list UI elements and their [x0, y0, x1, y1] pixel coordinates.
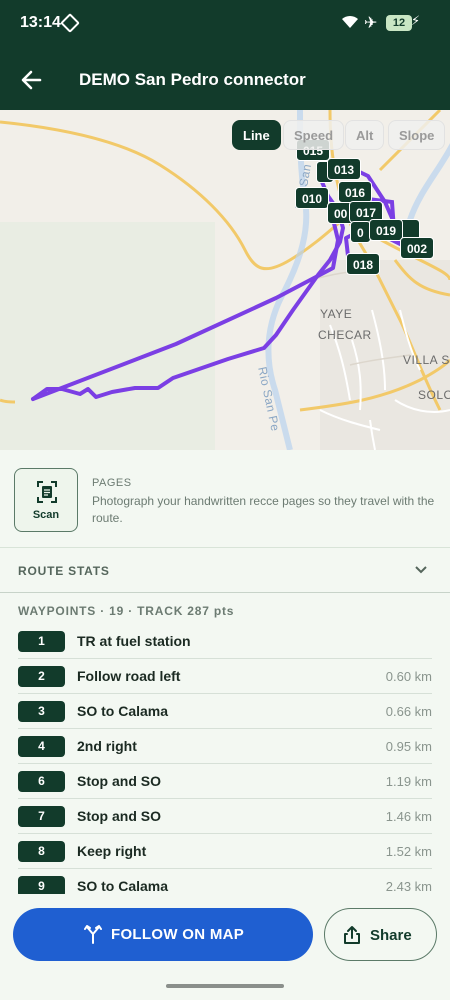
status-bar: 13:14 ✈ 12 ⚡ [0, 0, 450, 48]
app-header: 13:14 ✈ 12 ⚡ DEMO San Pedro connector [0, 0, 450, 110]
list-item[interactable]: 3 SO to Calama 0.66 km [18, 694, 432, 729]
page-title: DEMO San Pedro connector [79, 70, 306, 89]
map-canvas[interactable] [0, 110, 450, 450]
waypoint-number: 8 [18, 841, 65, 862]
waypoint-text: SO to Calama [77, 703, 169, 719]
waypoint-marker[interactable]: 018 [346, 253, 381, 275]
waypoint-list: 1 TR at fuel station 2 Follow road left … [0, 624, 450, 894]
waypoint-marker[interactable]: 013 [327, 158, 362, 180]
waypoint-text: TR at fuel station [77, 633, 191, 649]
map-label-villa: VILLA S [403, 353, 450, 367]
status-time: 13:14 [20, 14, 61, 31]
charging-icon: ⚡ [411, 13, 421, 28]
wifi-icon [342, 15, 358, 28]
scan-label: Scan [32, 509, 60, 521]
route-map[interactable]: YAYE CHECAR VILLA S SOLO Rio San Pe Rio … [0, 110, 450, 450]
waypoint-distance: 1.19 km [385, 774, 432, 789]
pages-heading: PAGES [92, 477, 132, 489]
waypoint-text: Follow road left [77, 668, 181, 684]
route-stats-label: ROUTE STATS [18, 564, 110, 578]
list-item[interactable]: 1 TR at fuel station [18, 624, 432, 659]
follow-on-map-label: FOLLOW ON MAP [111, 926, 245, 943]
list-item[interactable]: 8 Keep right 1.52 km [18, 834, 432, 869]
scan-button[interactable]: Scan [14, 468, 78, 532]
waypoint-text: Stop and SO [77, 808, 161, 824]
waypoint-distance: 0.66 km [385, 704, 432, 719]
waypoint-number: 4 [18, 736, 65, 757]
list-item[interactable]: 2 Follow road left 0.60 km [18, 659, 432, 694]
waypoint-marker[interactable]: 002 [400, 237, 435, 259]
notification-icon [60, 13, 80, 33]
waypoint-text: SO to Calama [77, 878, 169, 894]
waypoint-number: 9 [18, 876, 65, 894]
waypoint-text: 2nd right [77, 738, 137, 754]
waypoint-distance: 1.52 km [385, 844, 432, 859]
chip-speed[interactable]: Speed [283, 120, 345, 150]
waypoint-marker[interactable]: 0 [350, 221, 371, 243]
waypoint-distance: 2.43 km [385, 879, 432, 894]
navigation-fork-icon [84, 925, 102, 944]
waypoint-marker[interactable]: 019 [369, 219, 404, 241]
share-button[interactable]: Share [324, 908, 437, 961]
waypoint-distance: 0.95 km [385, 739, 432, 754]
chip-slope[interactable]: Slope [388, 120, 446, 150]
route-stats-toggle[interactable]: ROUTE STATS [0, 549, 450, 593]
waypoint-distance: 0.60 km [385, 669, 432, 684]
waypoint-number: 6 [18, 771, 65, 792]
map-label-solo: SOLO [418, 388, 450, 402]
pages-section: Scan PAGES Photograph your handwritten r… [0, 450, 450, 548]
map-label-checar: CHECAR [318, 328, 372, 342]
pages-description: Photograph your handwritten recce pages … [92, 494, 435, 525]
list-item[interactable]: 4 2nd right 0.95 km [18, 729, 432, 764]
battery-indicator: 12 [386, 15, 412, 31]
follow-on-map-button[interactable]: FOLLOW ON MAP [13, 908, 313, 961]
scan-document-icon [37, 481, 57, 503]
waypoint-text: Stop and SO [77, 773, 161, 789]
waypoint-number: 3 [18, 701, 65, 722]
waypoints-header: WAYPOINTS · 19 · TRACK 287 pts [18, 604, 235, 618]
chip-line[interactable]: Line [232, 120, 281, 150]
chevron-down-icon [415, 566, 427, 574]
waypoint-distance: 1.46 km [385, 809, 432, 824]
waypoint-number: 1 [18, 631, 65, 652]
chip-alt[interactable]: Alt [345, 120, 385, 150]
share-label: Share [370, 927, 412, 944]
waypoint-marker[interactable]: 016 [338, 181, 373, 203]
share-icon [344, 926, 360, 944]
waypoint-marker[interactable]: 010 [295, 187, 330, 209]
waypoint-text: Keep right [77, 843, 147, 859]
list-item[interactable]: 7 Stop and SO 1.46 km [18, 799, 432, 834]
waypoint-number: 2 [18, 666, 65, 687]
map-label-yaye: YAYE [320, 307, 353, 321]
map-view-selector: Line Speed Alt Slope [232, 120, 446, 150]
airplane-mode-icon: ✈ [364, 15, 378, 32]
arrow-left-icon[interactable] [18, 66, 46, 94]
list-item[interactable]: 6 Stop and SO 1.19 km [18, 764, 432, 799]
waypoint-number: 7 [18, 806, 65, 827]
home-indicator[interactable] [166, 984, 284, 988]
list-item[interactable]: 9 SO to Calama 2.43 km [18, 869, 432, 894]
